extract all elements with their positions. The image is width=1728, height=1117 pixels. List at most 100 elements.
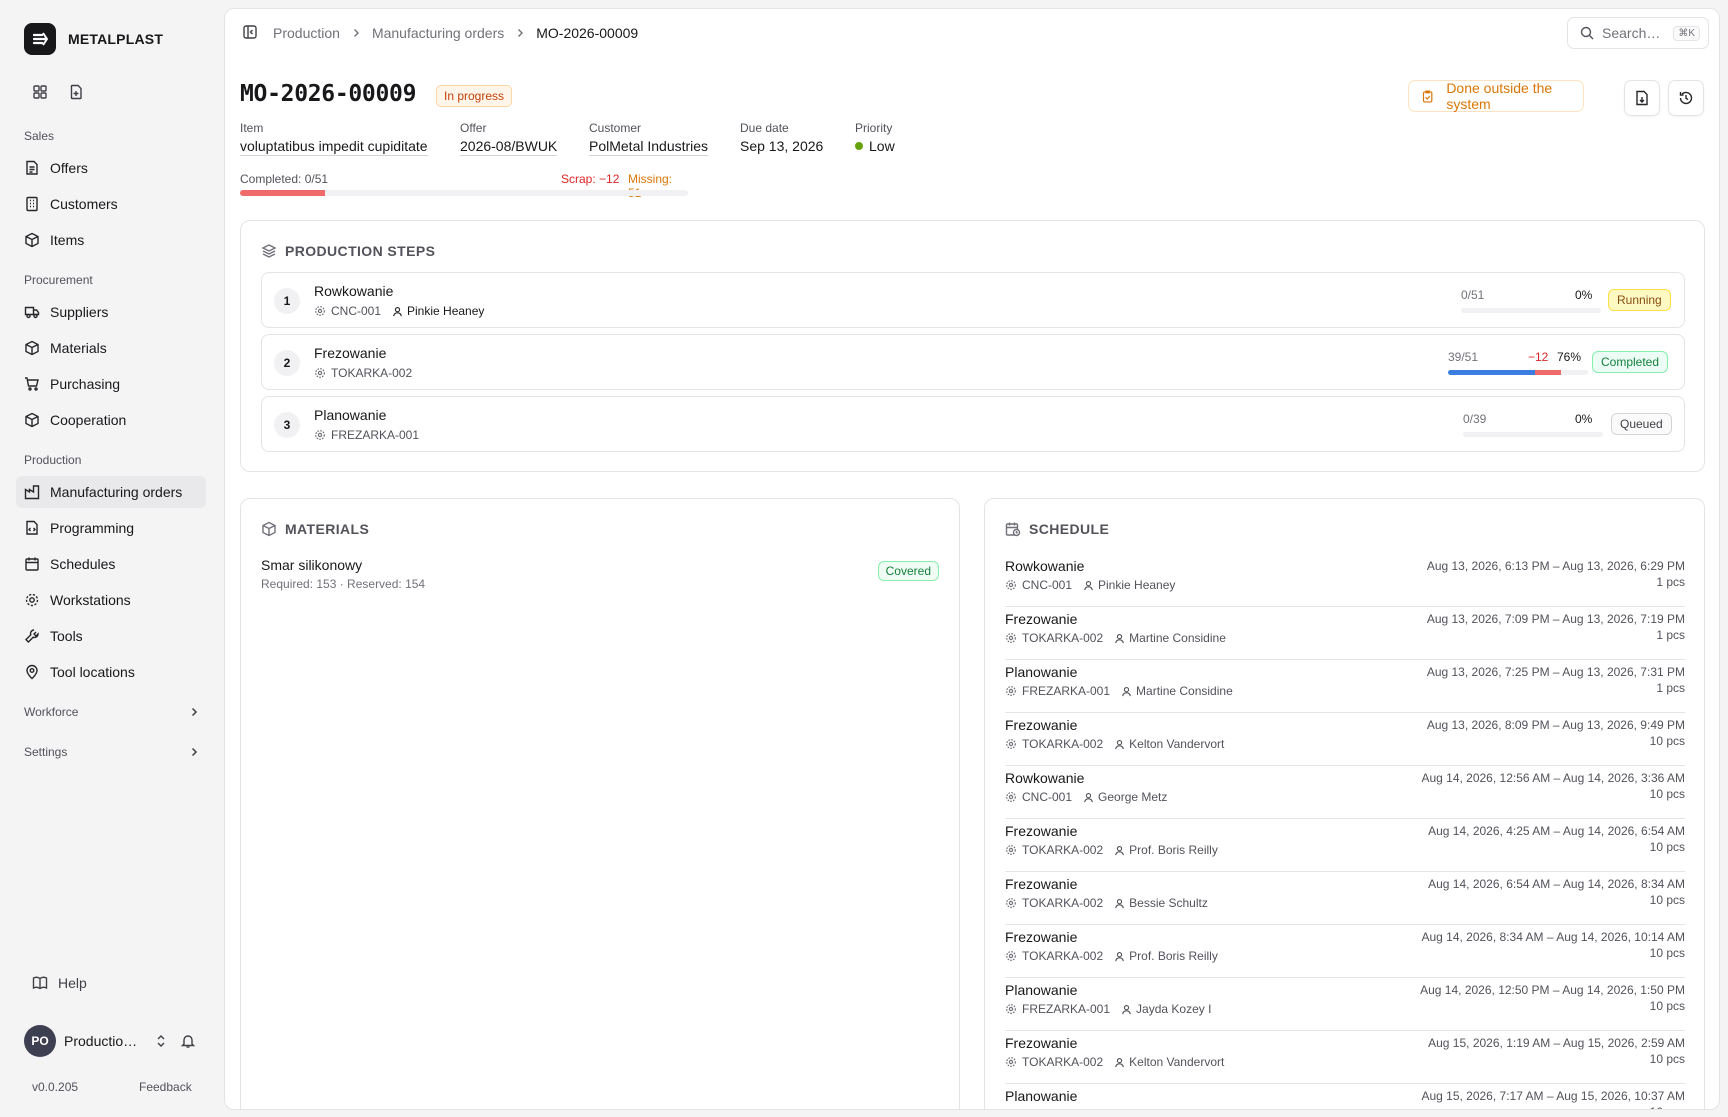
sidebar-item-label: Materials: [50, 340, 107, 356]
schedule-row[interactable]: Frezowanie TOKARKA-002 Kelton Vandervort Au…: [1005, 713, 1685, 766]
schedule-time-range: Aug 15, 2026, 1:19 AM – Aug 15, 2026, 2:…: [1428, 1036, 1685, 1050]
schedule-details: CNC-001 George Metz: [1005, 790, 1167, 804]
schedule-row[interactable]: Planowanie FREZARKA-001 Jayda Kozey I Aug 1…: [1005, 1084, 1685, 1109]
step-progress-scrap: [1534, 370, 1562, 375]
material-name[interactable]: Smar silikonowy: [261, 557, 362, 573]
sidebar-item-programming[interactable]: Programming: [16, 512, 206, 544]
step-percent: 0%: [1575, 412, 1593, 426]
schedule-station: TOKARKA-002: [1022, 949, 1104, 963]
schedule-row[interactable]: Planowanie FREZARKA-001 Martine Considine A…: [1005, 660, 1685, 713]
sidebar-item-label: Workstations: [50, 592, 131, 608]
sidebar-item-offers[interactable]: Offers: [16, 152, 206, 184]
schedule-station: FREZARKA-001: [1022, 684, 1111, 698]
materials-title: MATERIALS: [261, 521, 369, 537]
schedule-operator: Kelton Vandervort: [1114, 737, 1224, 751]
order-progress-bar: [240, 190, 688, 196]
schedule-row[interactable]: Rowkowanie CNC-001 Pinkie Heaney Aug 13, 20…: [1005, 554, 1685, 607]
schedule-station: CNC-001: [1022, 578, 1073, 592]
step-progress-ok: [1448, 370, 1535, 375]
done-outside-system-button[interactable]: Done outside the system: [1408, 80, 1584, 112]
sidebar-item-label: Schedules: [50, 556, 116, 572]
breadcrumb-production[interactable]: Production: [273, 25, 340, 41]
step-row[interactable]: 2 Frezowanie TOKARKA-002 39/51 −12 76% C…: [261, 334, 1685, 390]
operator-name: Prof. Boris Reilly: [1129, 949, 1218, 963]
package-icon: [25, 340, 39, 356]
schedule-time-range: Aug 13, 2026, 8:09 PM – Aug 13, 2026, 9:…: [1426, 718, 1685, 732]
file-download-icon: [1636, 90, 1648, 106]
user-icon: [1122, 686, 1131, 696]
sidebar-toggle-icon[interactable]: [242, 24, 258, 43]
customer-link[interactable]: PolMetal Industries: [589, 138, 709, 156]
schedule-step-name: Rowkowanie: [1005, 558, 1085, 574]
user-menu[interactable]: PO Production Operator: [24, 1025, 168, 1057]
step-row[interactable]: 1 Rowkowanie CNC-001 Pinkie Heaney 0/51 …: [261, 272, 1685, 328]
schedule-quantity: 10 pcs: [1649, 999, 1685, 1013]
schedule-row[interactable]: Rowkowanie CNC-001 George Metz Aug 14, 2026…: [1005, 766, 1685, 819]
schedule-quantity: 10 pcs: [1649, 893, 1685, 907]
feedback-link[interactable]: Feedback: [139, 1080, 192, 1094]
nav-group-settings[interactable]: Settings: [24, 745, 200, 759]
schedule-station: TOKARKA-002: [1022, 737, 1104, 751]
brand[interactable]: METALPLAST: [24, 23, 163, 55]
gear-icon: [1006, 792, 1016, 802]
schedule-row[interactable]: Frezowanie TOKARKA-002 Kelton Vandervort Au…: [1005, 1031, 1685, 1084]
sidebar-item-schedules[interactable]: Schedules: [16, 548, 206, 580]
search-icon: [1580, 26, 1594, 40]
schedule-row[interactable]: Planowanie FREZARKA-001 Jayda Kozey I Aug 1…: [1005, 978, 1685, 1031]
book-icon: [32, 976, 48, 990]
schedule-details: TOKARKA-002 Kelton Vandervort: [1005, 737, 1224, 751]
sidebar-item-customers[interactable]: Customers: [16, 188, 206, 220]
schedule-row[interactable]: Frezowanie TOKARKA-002 Martine Considine Au…: [1005, 607, 1685, 660]
step-number: 2: [274, 350, 300, 376]
schedule-quantity: 10 pcs: [1649, 1052, 1685, 1066]
offer-link[interactable]: 2026-08/BWUK: [460, 138, 558, 156]
user-icon: [1084, 792, 1093, 802]
step-row[interactable]: 3 Planowanie FREZARKA-001 0/39 0% Queued: [261, 396, 1685, 452]
priority-dot: [855, 142, 863, 150]
clipboard-check-icon: [1422, 90, 1433, 102]
brand-logo-icon: [24, 23, 56, 55]
meta-label: Priority: [855, 121, 893, 135]
export-pdf-button[interactable]: [1624, 80, 1660, 116]
sidebar-item-label: Cooperation: [50, 412, 127, 428]
meta-priority: Priority Low: [855, 121, 895, 154]
notifications-bell-icon[interactable]: [180, 1033, 196, 1052]
building-icon: [26, 196, 38, 212]
production-steps-title: PRODUCTION STEPS: [261, 243, 435, 259]
user-icon: [1115, 845, 1125, 855]
schedule-time-range: Aug 13, 2026, 7:09 PM – Aug 13, 2026, 7:…: [1426, 612, 1685, 626]
sidebar-item-cooperation[interactable]: Cooperation: [16, 404, 206, 436]
sidebar-item-tool-locations[interactable]: Tool locations: [16, 656, 206, 688]
schedule-quantity: 1 pcs: [1656, 575, 1685, 589]
step-percent: 0%: [1575, 288, 1593, 302]
breadcrumb-manufacturing-orders[interactable]: Manufacturing orders: [372, 25, 504, 41]
search-input[interactable]: Search… ⌘K: [1567, 17, 1709, 49]
nav-group-workforce[interactable]: Workforce: [24, 705, 200, 719]
sidebar-item-manufacturing-orders[interactable]: Manufacturing orders: [16, 476, 206, 508]
schedule-row[interactable]: Frezowanie TOKARKA-002 Prof. Boris Reilly A…: [1005, 925, 1685, 978]
user-icon: [1084, 580, 1093, 590]
sidebar-item-tools[interactable]: Tools: [16, 620, 206, 652]
operator-name: Kelton Vandervort: [1129, 1055, 1225, 1069]
history-button[interactable]: [1668, 80, 1704, 116]
step-progress-bar: [1448, 370, 1588, 375]
sidebar-item-suppliers[interactable]: Suppliers: [16, 296, 206, 328]
sidebar-item-purchasing[interactable]: Purchasing: [16, 368, 206, 400]
step-scrap: −12: [1528, 350, 1549, 364]
help-link[interactable]: Help: [32, 975, 87, 991]
new-document-icon[interactable]: [66, 82, 86, 102]
nav-section-procurement: Procurement: [24, 273, 93, 287]
chevron-right-icon: [191, 747, 198, 757]
schedule-details: CNC-001 Pinkie Heaney: [1005, 578, 1175, 592]
schedule-row[interactable]: Frezowanie TOKARKA-002 Prof. Boris Reilly A…: [1005, 819, 1685, 872]
item-link[interactable]: voluptatibus impedit cupiditate: [240, 138, 428, 156]
sidebar-item-workstations[interactable]: Workstations: [16, 584, 206, 616]
dashboard-icon[interactable]: [30, 82, 50, 102]
sidebar-item-materials[interactable]: Materials: [16, 332, 206, 364]
schedule-row[interactable]: Frezowanie TOKARKA-002 Bessie Schultz Aug 1…: [1005, 872, 1685, 925]
meta-due-date: Due date Sep 13, 2026: [740, 121, 823, 154]
schedule-details: TOKARKA-002 Prof. Boris Reilly: [1005, 949, 1218, 963]
operator-name: Jayda Kozey I: [1136, 1002, 1212, 1016]
sidebar-item-items[interactable]: Items: [16, 224, 206, 256]
operator-name: Martine Considine: [1129, 631, 1226, 645]
